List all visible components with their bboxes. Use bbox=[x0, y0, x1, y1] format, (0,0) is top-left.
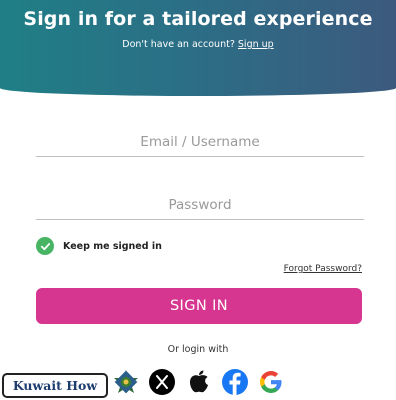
no-account-text: Don't have an account? bbox=[122, 39, 235, 50]
password-field[interactable] bbox=[36, 191, 364, 220]
signup-link[interactable]: Sign up bbox=[238, 39, 274, 50]
keep-signed-in-label: Keep me signed in bbox=[63, 240, 162, 252]
keep-signed-in-checkbox[interactable]: Keep me signed in bbox=[36, 237, 162, 255]
forgot-password-link[interactable]: Forgot Password? bbox=[284, 264, 362, 274]
header-banner: Sign in for a tailored experience Don't … bbox=[0, 0, 396, 96]
google-login-icon[interactable] bbox=[256, 367, 286, 397]
facebook-login-icon[interactable] bbox=[220, 367, 250, 397]
page-title: Sign in for a tailored experience bbox=[23, 8, 373, 30]
or-login-with-label: Or login with bbox=[167, 344, 229, 355]
kuwait-how-watermark-logo: Kuwait How bbox=[2, 373, 108, 398]
x-login-icon[interactable] bbox=[147, 367, 177, 397]
emblem-login-icon[interactable] bbox=[111, 367, 141, 397]
signup-prompt: Don't have an account? Sign up bbox=[0, 39, 396, 50]
checkmark-icon[interactable] bbox=[36, 237, 54, 255]
apple-login-icon[interactable] bbox=[184, 367, 214, 397]
watermark-text: Kuwait How bbox=[12, 378, 98, 393]
sign-in-button[interactable]: SIGN IN bbox=[36, 288, 362, 324]
email-username-field[interactable] bbox=[36, 128, 364, 157]
